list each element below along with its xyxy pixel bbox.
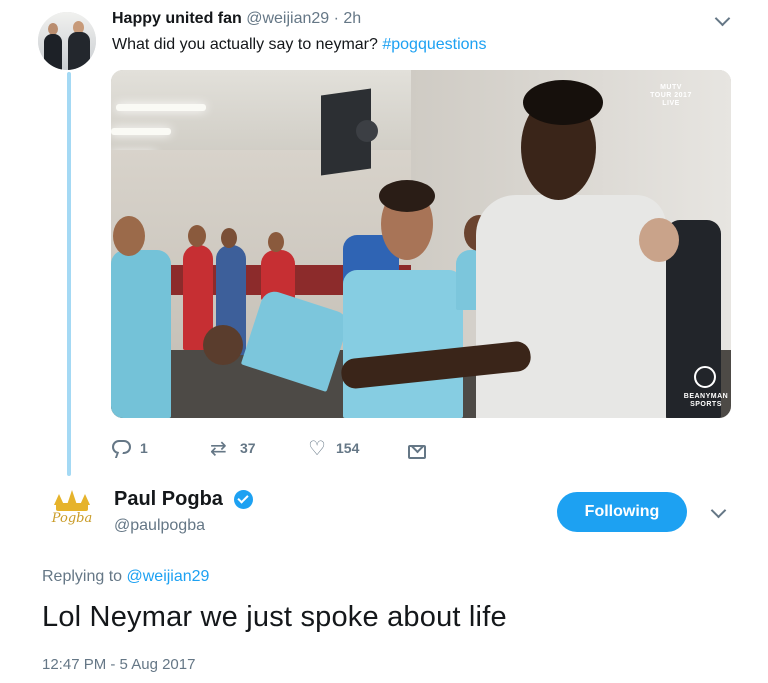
replying-to-handle-link[interactable]: @weijian29 [127, 568, 210, 585]
watermark-bottom: BEANYMAN SPORTS [683, 393, 729, 408]
retweet-count: 37 [240, 440, 256, 456]
separator: · [329, 10, 344, 27]
verified-badge-icon [234, 490, 253, 509]
crown-icon [54, 490, 90, 512]
tweet-text: What did you actually say to neymar? #po… [112, 36, 486, 54]
avatar[interactable]: Pogba [38, 482, 106, 550]
chevron-down-icon[interactable] [710, 502, 727, 519]
thread-connector-line [67, 72, 71, 476]
envelope-icon [408, 445, 426, 459]
tweet-text: Lol Neymar we just spoke about life [42, 601, 507, 633]
display-name[interactable]: Paul Pogba [114, 488, 223, 511]
tweet-time[interactable]: 2h [343, 10, 361, 27]
replying-to: Replying to @weijian29 [42, 568, 209, 586]
reply-button[interactable]: 1 [112, 436, 148, 460]
user-handle[interactable]: @paulpogba [114, 517, 205, 535]
heart-icon: ♡ [308, 436, 326, 460]
reply-count: 1 [140, 440, 148, 456]
avatar[interactable] [38, 12, 96, 70]
reply-icon [112, 440, 132, 458]
following-button[interactable]: Following [557, 492, 687, 532]
tweet-header: Happy united fan @weijian29 · 2h [112, 10, 361, 28]
watermark-badge-icon [694, 366, 716, 388]
replying-to-label: Replying to [42, 568, 127, 585]
display-name[interactable]: Happy united fan [112, 10, 242, 27]
chevron-down-icon[interactable] [714, 10, 731, 27]
avatar-logo-text: Pogba [51, 511, 93, 526]
user-handle[interactable]: @weijian29 [246, 10, 329, 27]
watermark-top: MUTV TOUR 2017 LIVE [650, 84, 692, 107]
tweet-media-image[interactable]: MUTV TOUR 2017 LIVE BEANYMAN SPORTS [111, 70, 731, 418]
tweet-text-body: What did you actually say to neymar? [112, 36, 383, 53]
like-count: 154 [336, 440, 360, 456]
hashtag-link[interactable]: #pogquestions [382, 36, 486, 53]
retweet-icon: ⇄ [210, 436, 227, 460]
like-button[interactable]: ♡ 154 [308, 436, 359, 460]
dm-button[interactable] [408, 440, 426, 464]
retweet-button[interactable]: ⇄ 37 [210, 436, 256, 460]
tweet-timestamp[interactable]: 12:47 PM - 5 Aug 2017 [42, 656, 195, 673]
